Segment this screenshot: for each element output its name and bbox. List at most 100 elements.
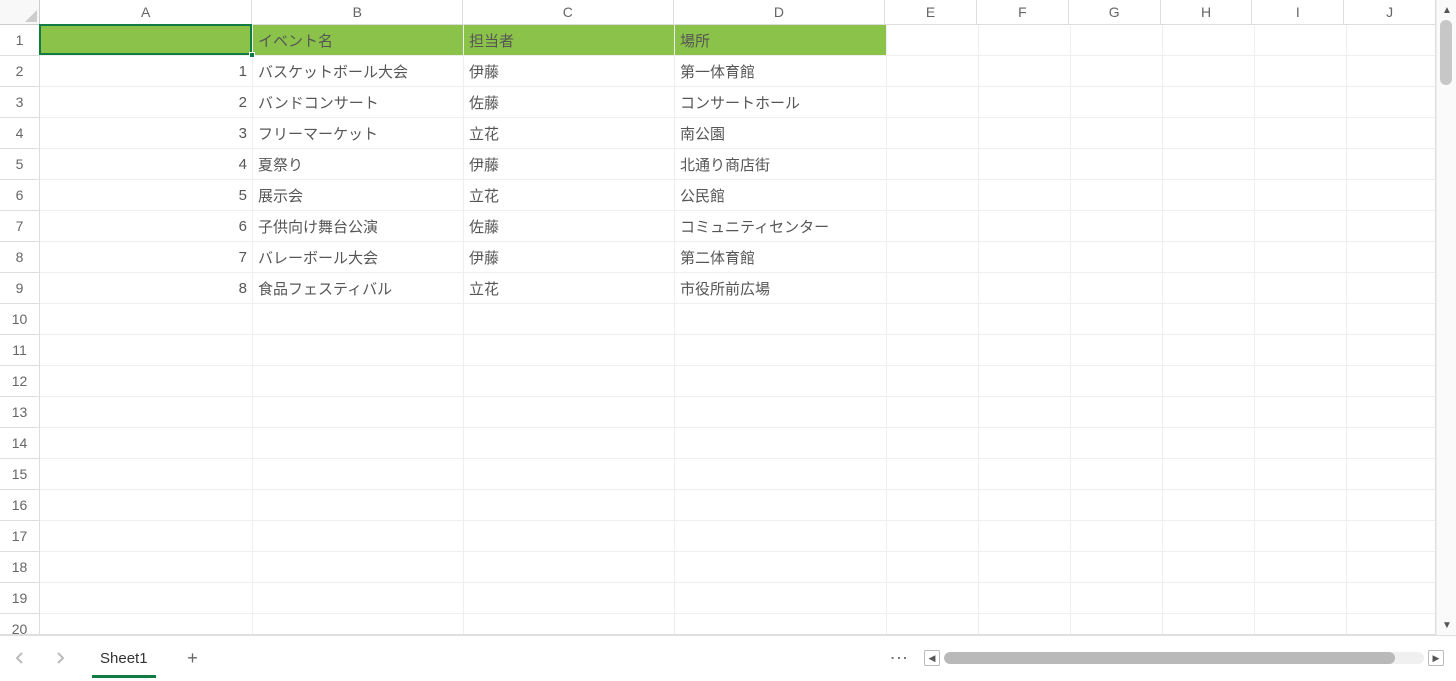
cell-A2[interactable]: 1 [40,56,253,87]
cell-J20[interactable] [1347,614,1436,635]
cell-B20[interactable] [253,614,464,635]
cell-A11[interactable] [40,335,253,366]
cell-E16[interactable] [887,490,979,521]
row-header-3[interactable]: 3 [0,87,40,118]
row-header-10[interactable]: 10 [0,304,40,335]
sheet-nav-prev-icon[interactable] [0,636,40,681]
cell-I12[interactable] [1255,366,1347,397]
cell-J5[interactable] [1347,149,1436,180]
cell-H11[interactable] [1163,335,1255,366]
cell-A1[interactable] [40,25,253,56]
cell-C4[interactable]: 立花 [464,118,675,149]
cell-B7[interactable]: 子供向け舞台公演 [253,211,464,242]
sheet-nav-next-icon[interactable] [40,636,80,681]
cell-H6[interactable] [1163,180,1255,211]
cell-A14[interactable] [40,428,253,459]
cell-G7[interactable] [1071,211,1163,242]
row-header-14[interactable]: 14 [0,428,40,459]
row-header-19[interactable]: 19 [0,583,40,614]
cell-I17[interactable] [1255,521,1347,552]
cell-E2[interactable] [887,56,979,87]
cell-G20[interactable] [1071,614,1163,635]
cell-F14[interactable] [979,428,1071,459]
row-header-4[interactable]: 4 [0,118,40,149]
cell-D9[interactable]: 市役所前広場 [675,273,887,304]
cell-G17[interactable] [1071,521,1163,552]
cell-E18[interactable] [887,552,979,583]
cell-J19[interactable] [1347,583,1436,614]
cell-D6[interactable]: 公民館 [675,180,887,211]
cell-F16[interactable] [979,490,1071,521]
cell-H3[interactable] [1163,87,1255,118]
scroll-up-arrow-icon[interactable]: ▲ [1437,0,1456,20]
cell-D1[interactable]: 場所 [675,25,887,56]
cell-H15[interactable] [1163,459,1255,490]
cell-D10[interactable] [675,304,887,335]
cell-D16[interactable] [675,490,887,521]
cell-I8[interactable] [1255,242,1347,273]
scroll-left-arrow-icon[interactable]: ◀ [924,650,940,666]
cell-I3[interactable] [1255,87,1347,118]
row-header-17[interactable]: 17 [0,521,40,552]
cell-I14[interactable] [1255,428,1347,459]
cell-J7[interactable] [1347,211,1436,242]
cell-C13[interactable] [464,397,675,428]
cell-A10[interactable] [40,304,253,335]
cell-H14[interactable] [1163,428,1255,459]
cell-F7[interactable] [979,211,1071,242]
cell-C17[interactable] [464,521,675,552]
cell-I10[interactable] [1255,304,1347,335]
col-header-E[interactable]: E [885,0,977,25]
cell-C8[interactable]: 伊藤 [464,242,675,273]
cell-I11[interactable] [1255,335,1347,366]
more-options-icon[interactable]: ⋮ [874,649,924,667]
row-header-20[interactable]: 20 [0,614,40,635]
cell-J13[interactable] [1347,397,1436,428]
cell-E15[interactable] [887,459,979,490]
cell-A15[interactable] [40,459,253,490]
cell-D3[interactable]: コンサートホール [675,87,887,118]
cell-A5[interactable]: 4 [40,149,253,180]
cell-F2[interactable] [979,56,1071,87]
scroll-right-arrow-icon[interactable]: ▶ [1428,650,1444,666]
col-header-C[interactable]: C [463,0,674,25]
cell-G12[interactable] [1071,366,1163,397]
cell-I16[interactable] [1255,490,1347,521]
cell-C19[interactable] [464,583,675,614]
cell-B17[interactable] [253,521,464,552]
cell-E17[interactable] [887,521,979,552]
cell-C9[interactable]: 立花 [464,273,675,304]
cell-D12[interactable] [675,366,887,397]
hscroll-thumb[interactable] [944,652,1395,664]
cell-H17[interactable] [1163,521,1255,552]
col-header-H[interactable]: H [1161,0,1253,25]
cell-B12[interactable] [253,366,464,397]
cell-A7[interactable]: 6 [40,211,253,242]
cell-J14[interactable] [1347,428,1436,459]
cell-D2[interactable]: 第一体育館 [675,56,887,87]
cell-E11[interactable] [887,335,979,366]
scroll-down-arrow-icon[interactable]: ▼ [1437,615,1456,635]
cell-B3[interactable]: バンドコンサート [253,87,464,118]
cell-B10[interactable] [253,304,464,335]
col-header-D[interactable]: D [674,0,886,25]
vertical-scrollbar[interactable]: ▲ ▼ [1436,0,1456,635]
cell-C1[interactable]: 担当者 [464,25,675,56]
row-header-7[interactable]: 7 [0,211,40,242]
cell-H7[interactable] [1163,211,1255,242]
cell-A8[interactable]: 7 [40,242,253,273]
select-all-corner[interactable] [0,0,40,25]
cell-A16[interactable] [40,490,253,521]
cell-G14[interactable] [1071,428,1163,459]
cell-J17[interactable] [1347,521,1436,552]
cell-B15[interactable] [253,459,464,490]
add-sheet-button[interactable]: + [168,648,218,669]
cell-A3[interactable]: 2 [40,87,253,118]
cell-A6[interactable]: 5 [40,180,253,211]
cell-J3[interactable] [1347,87,1436,118]
row-header-18[interactable]: 18 [0,552,40,583]
cell-G10[interactable] [1071,304,1163,335]
horizontal-scrollbar[interactable]: ◀ ▶ [924,650,1444,666]
cell-I6[interactable] [1255,180,1347,211]
hscroll-track[interactable] [944,652,1424,664]
